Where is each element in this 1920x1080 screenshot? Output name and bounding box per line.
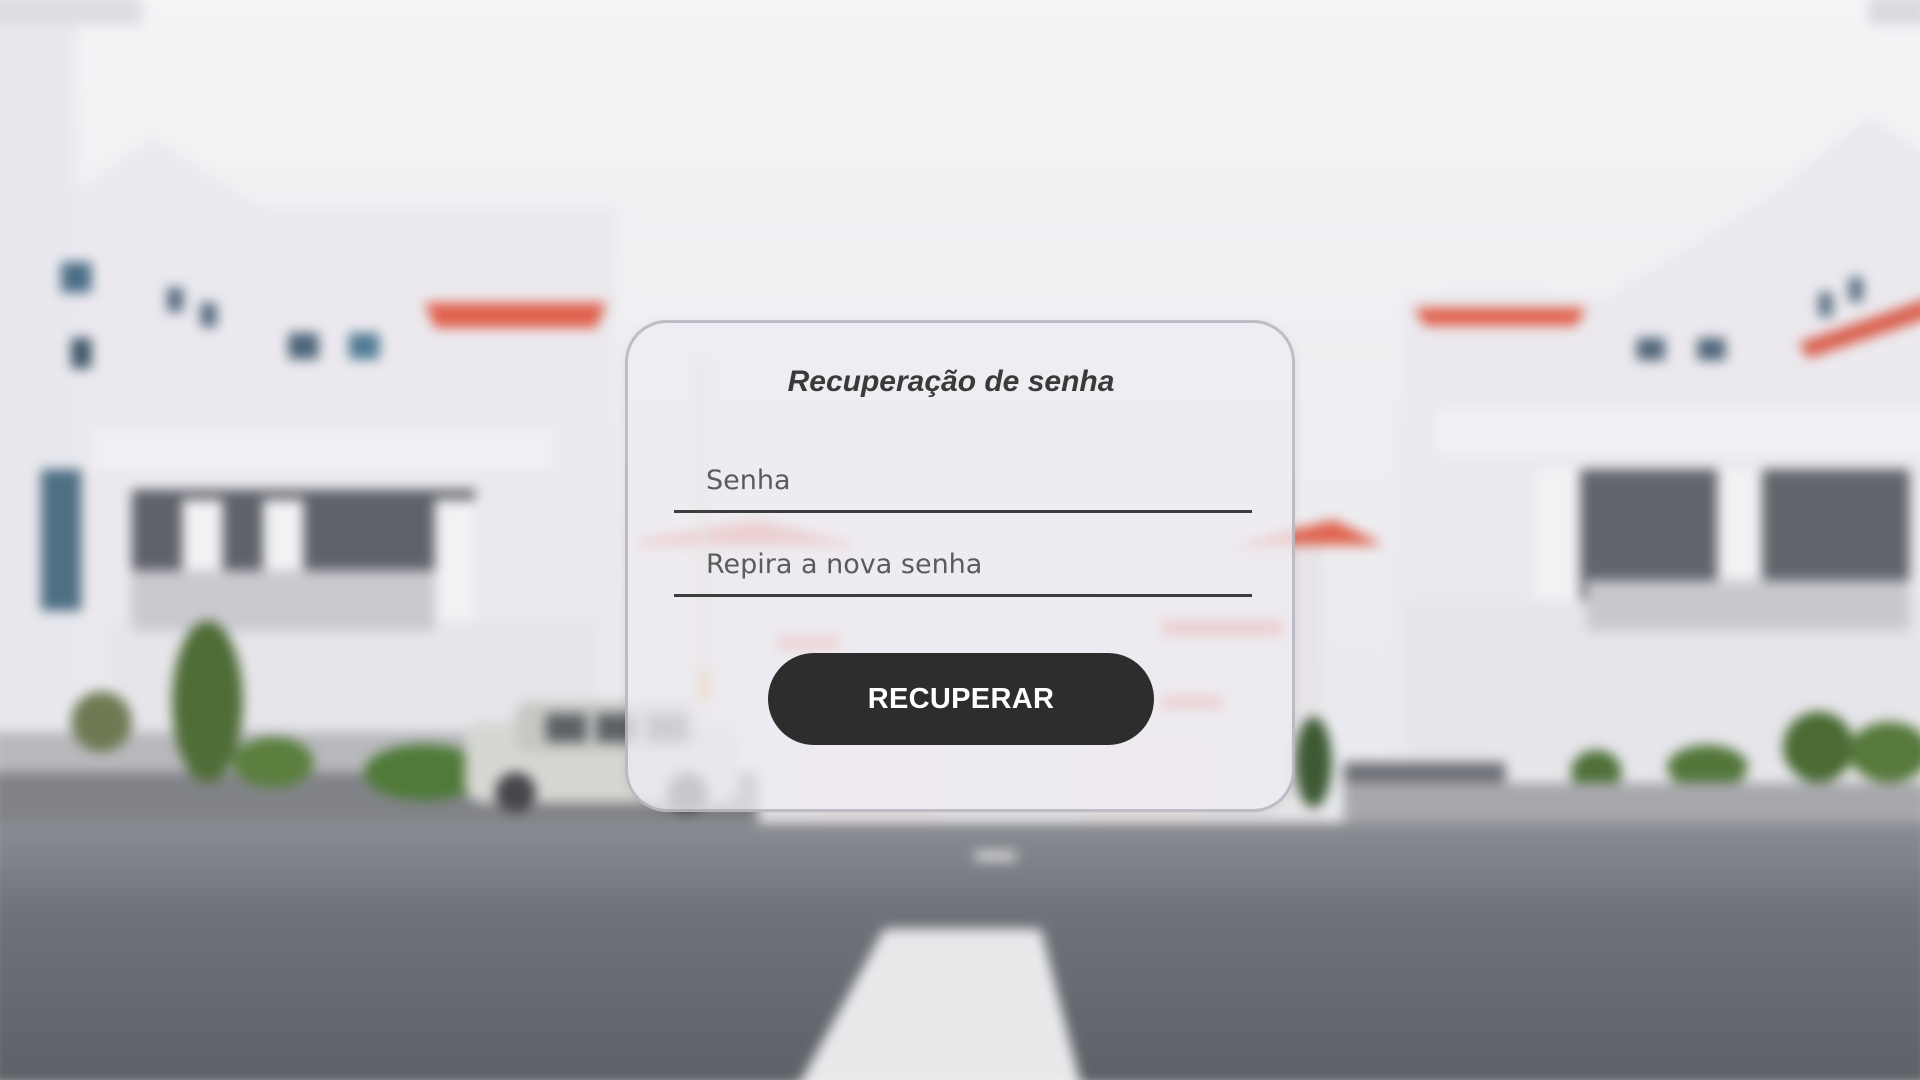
password-recovery-card: Recuperação de senha RECUPERAR: [625, 320, 1295, 812]
recovery-title: Recuperação de senha: [787, 365, 1115, 398]
repeat-password-input[interactable]: [674, 535, 1252, 597]
new-password-input[interactable]: [674, 451, 1252, 513]
recover-button[interactable]: RECUPERAR: [768, 653, 1154, 745]
